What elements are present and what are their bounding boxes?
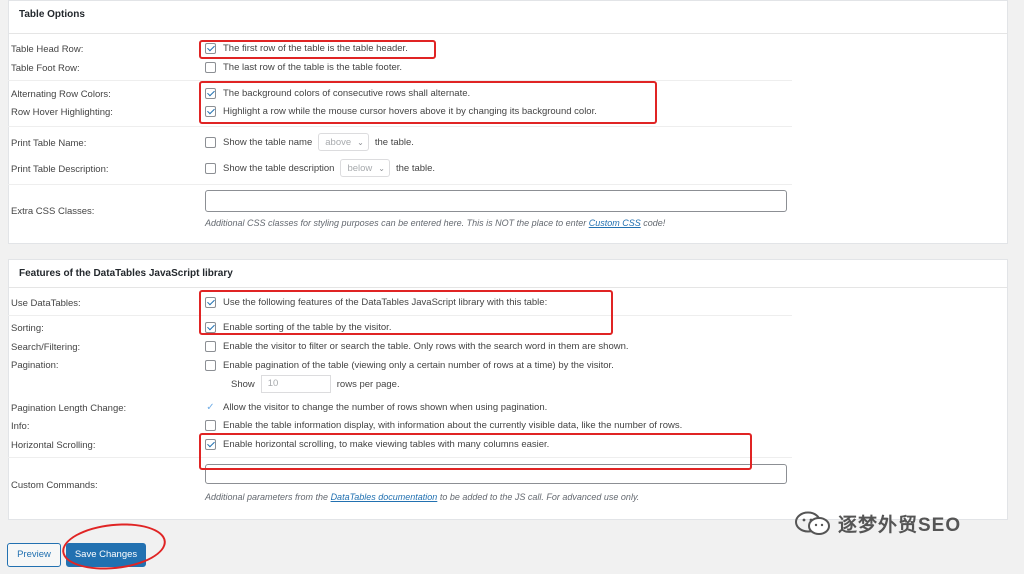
label-scrolling: Horizontal Scrolling: — [11, 440, 96, 451]
hint-text: Additional CSS classes for styling purpo… — [205, 218, 589, 228]
annotation-box — [199, 40, 436, 59]
label-head-row: Table Head Row: — [11, 44, 84, 55]
foot-row-checkbox[interactable] — [205, 62, 216, 73]
select-value: below — [347, 162, 373, 174]
info-text: Enable the table information display, wi… — [223, 420, 683, 431]
print-desc-text-after: the table. — [395, 162, 436, 174]
datatables-docs-link[interactable]: DataTables documentation — [331, 492, 438, 502]
extra-css-hint: Additional CSS classes for styling purpo… — [205, 218, 665, 228]
pagination-checkbox[interactable] — [205, 360, 216, 371]
label-sorting: Sorting: — [11, 323, 44, 334]
label-info: Info: — [11, 421, 30, 432]
watermark-text: 逐梦外贸SEO — [838, 515, 962, 536]
print-name-checkbox[interactable] — [205, 136, 216, 148]
panel-title: Table Options — [19, 9, 85, 20]
rows-per-page-row: Show 10 rows per page. — [231, 375, 400, 393]
option-info[interactable]: Enable the table information display, wi… — [205, 420, 682, 431]
option-filtering[interactable]: Enable the visitor to filter or search t… — [205, 341, 629, 352]
select-value: above — [325, 136, 352, 148]
chevron-down-icon: ⌄ — [378, 163, 385, 173]
option-print-desc[interactable]: Show the table description below ⌄ the t… — [205, 159, 435, 177]
label-pagination: Pagination: — [11, 360, 59, 371]
rows-per-page-suffix: rows per page. — [336, 378, 400, 390]
print-desc-checkbox[interactable] — [205, 162, 216, 174]
hint-text: Additional parameters from the — [205, 492, 331, 502]
hint-text-end: to be added to the JS call. For advanced… — [437, 492, 640, 502]
print-desc-text-before: Show the table description — [223, 162, 335, 174]
label-print-desc: Print Table Description: — [11, 164, 109, 175]
label-hover: Row Hover Highlighting: — [11, 107, 113, 118]
label-filtering: Search/Filtering: — [11, 342, 81, 353]
preview-button[interactable]: Preview — [7, 543, 61, 567]
annotation-box — [199, 81, 657, 124]
info-checkbox[interactable] — [205, 420, 216, 431]
annotation-box — [199, 433, 752, 470]
filtering-checkbox[interactable] — [205, 341, 216, 352]
label-print-name: Print Table Name: — [11, 138, 87, 149]
option-print-name[interactable]: Show the table name above ⌄ the table. — [205, 133, 414, 151]
print-name-position-select[interactable]: above ⌄ — [318, 133, 369, 151]
custom-css-link[interactable]: Custom CSS — [589, 218, 641, 228]
print-desc-position-select[interactable]: below ⌄ — [340, 159, 390, 177]
annotation-box — [199, 290, 613, 335]
hint-text-end: code! — [640, 218, 666, 228]
label-extra-css: Extra CSS Classes: — [11, 206, 95, 217]
filtering-text: Enable the visitor to filter or search t… — [223, 341, 629, 352]
option-pagination[interactable]: Enable pagination of the table (viewing … — [205, 360, 614, 371]
pagination-text: Enable pagination of the table (viewing … — [223, 360, 614, 371]
wechat-icon — [795, 511, 830, 535]
print-name-text-before: Show the table name — [223, 136, 313, 148]
label-length-change: Pagination Length Change: — [11, 403, 127, 414]
chevron-down-icon: ⌄ — [357, 137, 364, 147]
label-custom-commands: Custom Commands: — [11, 480, 98, 491]
length-change-text: Allow the visitor to change the number o… — [223, 402, 548, 413]
label-foot-row: Table Foot Row: — [11, 63, 80, 74]
check-icon[interactable]: ✓ — [205, 402, 216, 413]
panel-title: Features of the DataTables JavaScript li… — [19, 268, 233, 279]
option-length-change[interactable]: ✓ Allow the visitor to change the number… — [205, 402, 547, 413]
show-label: Show — [231, 378, 255, 390]
extra-css-input[interactable] — [205, 190, 787, 212]
label-use-datatables: Use DataTables: — [11, 298, 81, 309]
watermark: 逐梦外贸SEO — [794, 510, 961, 537]
option-foot-row[interactable]: The last row of the table is the table f… — [205, 62, 402, 73]
foot-row-text: The last row of the table is the table f… — [223, 62, 403, 73]
custom-commands-hint: Additional parameters from the DataTable… — [205, 492, 639, 502]
rows-per-page-input[interactable]: 10 — [260, 375, 331, 393]
print-name-text-after: the table. — [374, 136, 414, 148]
label-alternating: Alternating Row Colors: — [11, 89, 111, 100]
